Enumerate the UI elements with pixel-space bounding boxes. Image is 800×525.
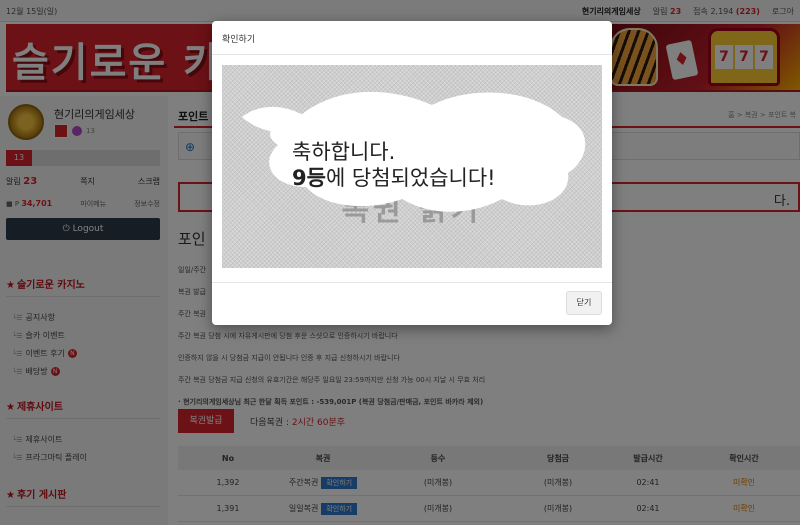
confirm-modal: 확인하기 복권 긁기 축하합니다. 9등에 당첨되었습니다! 닫기	[212, 21, 612, 325]
result-rank-text: 에 당첨되었습니다!	[325, 166, 496, 190]
result-congrats: 축하합니다.	[292, 140, 396, 164]
modal-body: 복권 긁기 축하합니다. 9등에 당첨되었습니다!	[212, 55, 612, 282]
scratch-card[interactable]: 복권 긁기 축하합니다. 9등에 당첨되었습니다!	[222, 65, 602, 268]
scratch-result: 축하합니다. 9등에 당첨되었습니다!	[292, 139, 496, 191]
result-rank: 9등	[292, 166, 326, 190]
close-button[interactable]: 닫기	[566, 291, 602, 315]
modal-footer: 닫기	[212, 282, 612, 325]
modal-title: 확인하기	[212, 21, 612, 55]
result-rank-line: 9등에 당첨되었습니다!	[292, 165, 496, 191]
